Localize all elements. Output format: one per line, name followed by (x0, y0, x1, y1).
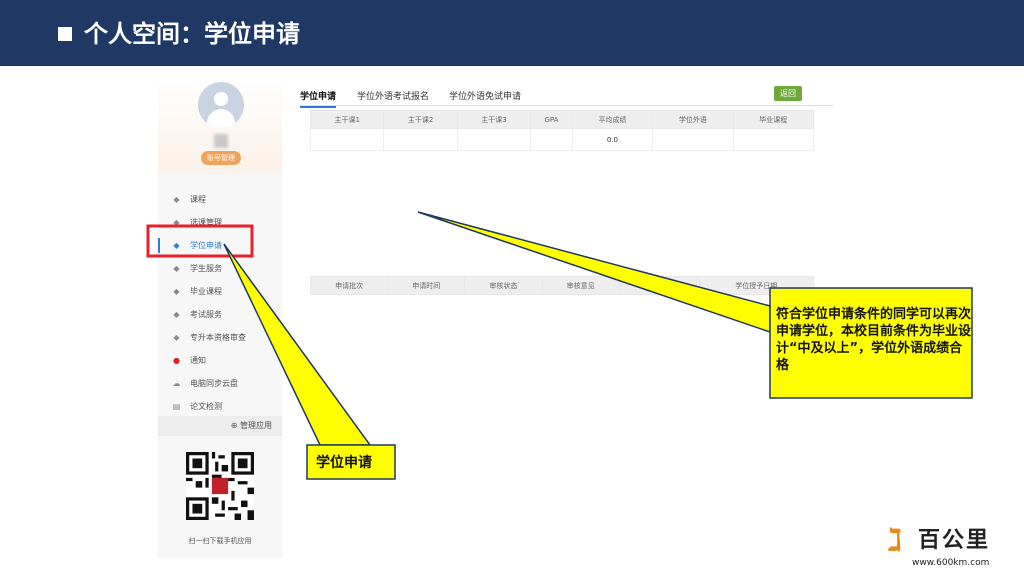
column-header: 学位外语 (652, 110, 734, 129)
brand-url: www.600km.com (912, 558, 990, 568)
graduation-cap-icon: ◆ (173, 241, 180, 250)
column-header: 主干课2 (383, 110, 458, 129)
graduation-cap-icon: ◆ (173, 195, 180, 204)
tab-foreign-language-exemption[interactable]: 学位外语免试申请 (449, 89, 521, 102)
table-row: 0.0 (309, 128, 815, 151)
sidebar-item-label: 论文检测 (190, 402, 222, 411)
column-header: 毕业课程 (732, 110, 815, 129)
sidebar-item-exam-services[interactable]: ◆ 考试服务 (158, 303, 282, 326)
username-redacted (214, 134, 228, 148)
cloud-icon: ☁ (172, 379, 181, 388)
sidebar-item-label: 考试服务 (190, 310, 222, 319)
table-cell: 0.0 (571, 128, 654, 151)
sidebar-nav: ◆ 课程 ◆ 选课管理 ◆ 学位申请 ◆ 学生服务 ◆ 毕业课程 ◆ 考试服务 ◆ 专升本资格… (158, 188, 282, 418)
profile-card: 账号管理 (158, 74, 282, 174)
brand-logo: ℷ 百公里 www.600km.com (882, 524, 1022, 572)
sidebar-item-course-selection[interactable]: ◆ 选课管理 (158, 211, 282, 234)
sidebar-item-cloud-sync[interactable]: ☁ 电脑同步云盘 (158, 372, 282, 395)
title-bar: 个人空间：学位申请 (0, 0, 1024, 66)
account-manage-button[interactable]: 账号管理 (201, 151, 241, 165)
column-header: 主干课1 (309, 110, 385, 129)
sidebar-item-student-services[interactable]: ◆ 学生服务 (158, 257, 282, 280)
tab-bar: 学位申请 学位外语考试报名 学位外语免试申请 (300, 86, 834, 108)
callout-pointer (417, 211, 771, 334)
graduation-cap-icon: ◆ (173, 287, 180, 296)
page-title: 个人空间：学位申请 (84, 20, 300, 48)
return-button[interactable]: 返回 (774, 86, 802, 101)
table-cell (456, 128, 532, 151)
table-cell (530, 128, 573, 151)
avatar-head-icon (214, 92, 228, 106)
sidebar-item-degree-application[interactable]: ◆ 学位申请 (158, 234, 282, 257)
sidebar: 账号管理 ◆ 课程 ◆ 选课管理 ◆ 学位申请 ◆ 学生服务 ◆ 毕业课程 ◆ 考试服务 ◆… (158, 74, 282, 558)
sidebar-item-label: 专升本资格审查 (190, 333, 246, 342)
column-header: 学位授予日期 (698, 276, 815, 295)
table-cell (732, 128, 815, 151)
sidebar-item-label: 课程 (190, 195, 206, 204)
tab-foreign-language-exam-signup[interactable]: 学位外语考试报名 (357, 89, 429, 102)
graduation-cap-icon: ◆ (173, 310, 180, 319)
document-check-icon: ▤ (172, 402, 181, 411)
sidebar-item-label: 选课管理 (190, 218, 222, 227)
column-header: 平均成绩 (571, 110, 654, 129)
column-header: GPA (530, 110, 573, 129)
column-header: 学位类别 (618, 276, 697, 295)
table-header-row: 申请批次 申请时间 审核状态 审核意见 学位类别 学位授予日期 (309, 276, 815, 295)
settings-icon: ⊕ (230, 421, 238, 430)
avatar-body-icon (207, 109, 235, 128)
sidebar-item-upgrade-review[interactable]: ◆ 专升本资格审查 (158, 326, 282, 349)
column-header: 主干课3 (456, 110, 532, 129)
brand-mark-icon: ℷ (888, 523, 902, 558)
sidebar-item-label: 学生服务 (190, 264, 222, 273)
sidebar-item-paper-check[interactable]: ▤ 论文检测 (158, 395, 282, 418)
graduation-cap-icon: ◆ (173, 218, 180, 227)
brand-name: 百公里 (918, 528, 991, 553)
sidebar-item-courses[interactable]: ◆ 课程 (158, 188, 282, 211)
qr-code (186, 452, 254, 520)
qr-caption: 扫一扫下载手机应用 (188, 537, 252, 545)
table-cell (383, 128, 458, 151)
tab-degree-application[interactable]: 学位申请 (300, 89, 337, 108)
sidebar-item-label: 通知 (190, 356, 206, 365)
column-header: 审核意见 (541, 276, 620, 295)
manage-apps-label: 管理应用 (240, 421, 272, 430)
graduation-cap-icon: ◆ (173, 333, 180, 342)
sidebar-item-label: 学位申请 (190, 241, 222, 250)
applications-table: 申请批次 申请时间 审核状态 审核意见 学位类别 学位授予日期 (309, 276, 815, 295)
table-cell (309, 128, 385, 151)
column-header: 审核状态 (464, 276, 543, 295)
sidebar-item-graduation-courses[interactable]: ◆ 毕业课程 (158, 280, 282, 303)
avatar[interactable] (198, 82, 244, 128)
bullet-square-icon (58, 27, 72, 41)
manage-apps-button[interactable]: ⊕ 管理应用 (158, 416, 282, 436)
table-cell (652, 128, 734, 151)
callout-note-text: 符合学位申请条件的同学可以再次申请学位，本校目前条件为毕业设计“中及以上”，学位… (776, 307, 972, 373)
sidebar-item-label: 毕业课程 (190, 287, 222, 296)
slide: 个人空间：学位申请 账号管理 ◆ 课程 ◆ 选课管理 ◆ 学位申请 ◆ 学生服务 ◆ 毕业… (0, 0, 1024, 576)
column-header: 申请时间 (387, 276, 466, 295)
sidebar-item-notifications[interactable]: ● 通知 (158, 349, 282, 372)
notification-dot-icon: ● (173, 356, 180, 365)
column-header: 申请批次 (309, 276, 389, 295)
scores-table: 主干课1 主干课2 主干课3 GPA 平均成绩 学位外语 毕业课程 0.0 (309, 110, 815, 151)
sidebar-item-label: 电脑同步云盘 (190, 379, 238, 388)
table-header-row: 主干课1 主干课2 主干课3 GPA 平均成绩 学位外语 毕业课程 (309, 110, 815, 129)
callout-label-text: 学位申请 (316, 455, 372, 471)
graduation-cap-icon: ◆ (173, 264, 180, 273)
